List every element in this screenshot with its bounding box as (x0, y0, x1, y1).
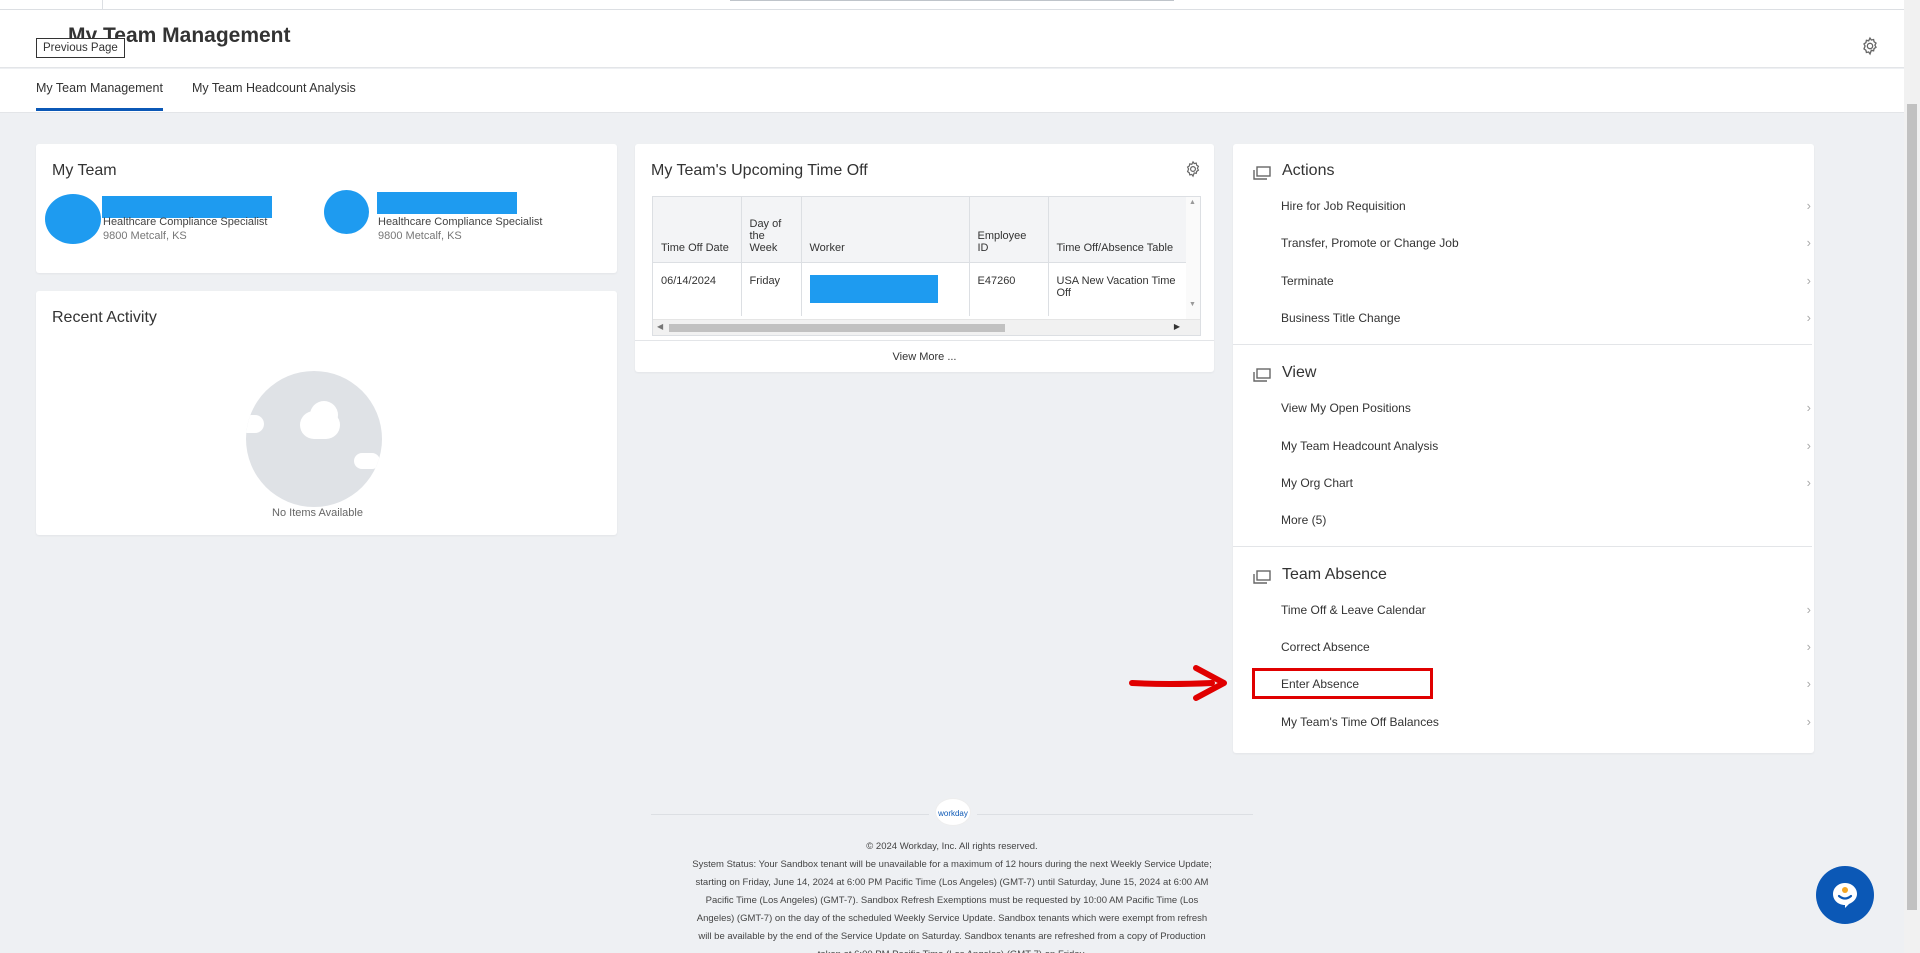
page-scrollbar-thumb[interactable] (1907, 104, 1917, 910)
chevron-right-icon: › (1806, 438, 1811, 453)
my-team-title: My Team (52, 162, 117, 179)
previous-page-tooltip: Previous Page (36, 38, 125, 58)
redacted-name[interactable] (377, 192, 517, 214)
chevron-right-icon: › (1806, 714, 1811, 729)
scrollbar-thumb[interactable] (669, 324, 1005, 332)
gear-icon[interactable] (1184, 160, 1202, 178)
workday-logo: workday (935, 798, 971, 826)
member-role: Healthcare Compliance Specialist (378, 216, 543, 228)
chevron-right-icon: › (1806, 400, 1811, 415)
team-absence-time-off-balances[interactable]: My Team's Time Off Balances › (1281, 707, 1811, 737)
view-my-org-chart[interactable]: My Org Chart › (1281, 468, 1811, 498)
tab-my-team-headcount-analysis[interactable]: My Team Headcount Analysis (192, 81, 356, 108)
team-absence-time-off-leave-calendar[interactable]: Time Off & Leave Calendar › (1281, 595, 1811, 625)
tab-my-team-management[interactable]: My Team Management (36, 81, 163, 111)
redacted-worker[interactable] (809, 274, 938, 303)
tab-bar: My Team Management My Team Headcount Ana… (0, 69, 1904, 113)
footer-divider (651, 814, 929, 815)
chevron-right-icon: › (1806, 475, 1811, 490)
footer-text: © 2024 Workday, Inc. All rights reserved… (690, 838, 1214, 953)
action-hire-for-job-requisition[interactable]: Hire for Job Requisition › (1281, 191, 1811, 221)
member-location: 9800 Metcalf, KS (378, 230, 462, 242)
chevron-right-icon: › (1806, 639, 1811, 654)
time-off-table: Time Off Date Day of the Week Worker Emp… (652, 196, 1201, 336)
upcoming-time-off-card: My Team's Upcoming Time Off Time Off Dat… (635, 144, 1214, 372)
recent-activity-card: Recent Activity No Items Available (36, 291, 617, 535)
column-header[interactable]: Worker (801, 197, 970, 263)
action-transfer-promote-change-job[interactable]: Transfer, Promote or Change Job › (1281, 228, 1811, 258)
recent-activity-title: Recent Activity (52, 309, 157, 326)
section-title-actions: Actions (1282, 162, 1335, 179)
chat-icon (1833, 883, 1857, 908)
actions-card: Actions Hire for Job Requisition › Transf… (1233, 144, 1814, 753)
day-of-week: Friday (741, 262, 802, 316)
action-business-title-change[interactable]: Business Title Change › (1281, 303, 1811, 333)
empty-state-text: No Items Available (272, 507, 363, 519)
member-role: Healthcare Compliance Specialist (103, 216, 268, 228)
redacted-name[interactable] (102, 196, 272, 218)
view-my-open-positions[interactable]: View My Open Positions › (1281, 393, 1811, 423)
section-divider (1233, 546, 1812, 547)
search-bar-edge[interactable] (730, 0, 1174, 1)
top-divider (102, 0, 103, 10)
actions-section-icon (1253, 166, 1271, 180)
action-terminate[interactable]: Terminate › (1281, 266, 1811, 296)
view-section-icon (1253, 368, 1271, 382)
member-location: 9800 Metcalf, KS (103, 230, 187, 242)
employee-id: E47260 (969, 262, 1049, 316)
chevron-right-icon: › (1806, 235, 1811, 250)
column-header[interactable]: Time Off Date (653, 197, 742, 263)
upcoming-time-off-title: My Team's Upcoming Time Off (651, 162, 868, 179)
empty-state-cloud-icon (246, 371, 382, 507)
worker-cell (801, 262, 970, 316)
view-my-team-headcount-analysis[interactable]: My Team Headcount Analysis › (1281, 431, 1811, 461)
chevron-right-icon: › (1806, 602, 1811, 617)
chevron-right-icon: › (1806, 676, 1811, 691)
absence-table: USA New Vacation Time Off (1048, 262, 1189, 316)
table-row: 06/14/2024 Friday E47260 USA New Vacatio… (653, 262, 1189, 316)
section-title-view: View (1282, 364, 1317, 381)
page-header: ← My Team Management Previous Page (0, 10, 1904, 68)
time-off-date: 06/14/2024 (653, 262, 742, 316)
chevron-right-icon: › (1806, 310, 1811, 325)
avatar[interactable] (324, 190, 369, 234)
section-title-team-absence: Team Absence (1282, 566, 1387, 583)
team-absence-section-icon (1253, 570, 1271, 584)
column-header[interactable]: Day of the Week (741, 197, 802, 263)
chevron-right-icon: › (1806, 273, 1811, 288)
annotation-arrow-icon (1129, 665, 1227, 701)
avatar[interactable] (45, 194, 101, 244)
page-scrollbar[interactable] (1904, 0, 1920, 953)
column-header[interactable]: Employee ID (969, 197, 1049, 263)
section-divider (1233, 344, 1812, 345)
chat-assistant-button[interactable] (1816, 866, 1874, 924)
annotation-highlight-box (1252, 668, 1433, 699)
footer-copyright: © 2024 Workday, Inc. All rights reserved… (866, 841, 1038, 852)
footer-divider (977, 814, 1253, 815)
gear-icon[interactable] (1860, 36, 1880, 56)
team-absence-correct-absence[interactable]: Correct Absence › (1281, 632, 1811, 662)
my-team-card: My Team Healthcare Compliance Specialist… (36, 144, 617, 273)
top-strip (0, 0, 1904, 10)
chevron-right-icon: › (1806, 198, 1811, 213)
footer-system-status: System Status: Your Sandbox tenant will … (692, 859, 1212, 953)
view-more-link[interactable]: View More ... (635, 340, 1214, 372)
vertical-scrollbar[interactable]: ▲ ▼ (1186, 197, 1200, 319)
view-more-link[interactable]: More (5) (1281, 505, 1811, 535)
horizontal-scrollbar[interactable]: ◀ ▶ (653, 319, 1200, 335)
column-header[interactable]: Time Off/Absence Table (1048, 197, 1189, 263)
